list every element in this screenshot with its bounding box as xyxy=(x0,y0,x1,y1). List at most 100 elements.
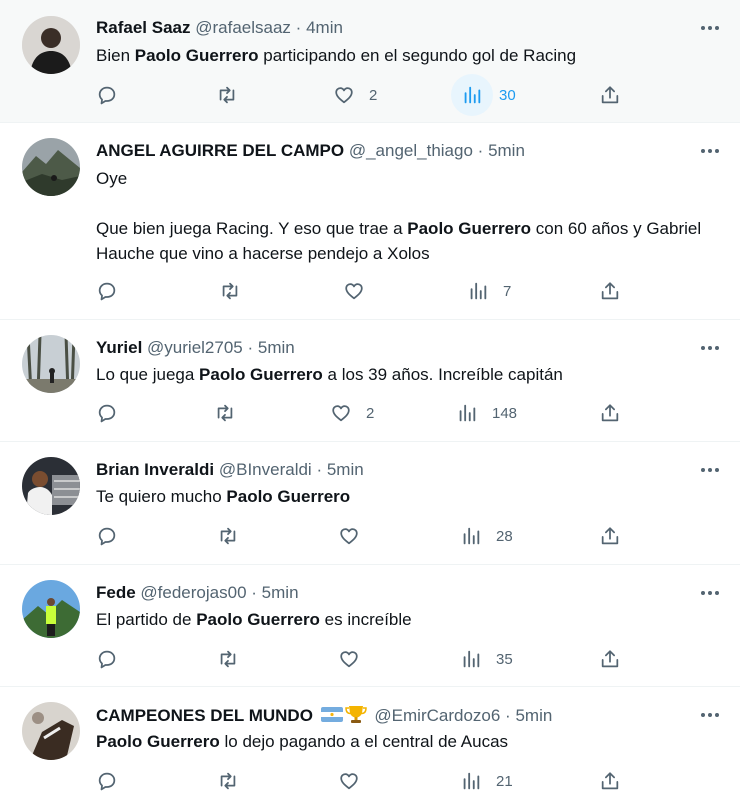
more-icon[interactable] xyxy=(698,582,722,604)
text-segment: Te quiero mucho xyxy=(96,487,227,506)
tweet-5[interactable]: Fede @federojas00 · 5min El partido de P… xyxy=(0,565,740,687)
author-name[interactable]: Brian Inveraldi xyxy=(96,460,214,479)
like-button[interactable] xyxy=(343,274,365,308)
like-icon xyxy=(340,773,358,790)
tweet-1[interactable]: Rafael Saaz @rafaelsaaz · 4min Bien Paol… xyxy=(0,0,740,123)
views-icon xyxy=(463,772,480,790)
share-button[interactable] xyxy=(599,642,621,676)
author-name[interactable]: ANGEL AGUIRRE DEL CAMPO xyxy=(96,141,344,160)
share-icon xyxy=(601,650,619,668)
tweet-actions: 7 xyxy=(0,274,740,308)
timestamp[interactable]: 5min xyxy=(258,338,295,357)
reply-button[interactable] xyxy=(96,764,118,798)
timestamp[interactable]: 5min xyxy=(262,583,299,602)
views-icon xyxy=(463,527,480,545)
avatar[interactable] xyxy=(22,138,80,196)
reply-button[interactable] xyxy=(96,78,118,112)
avatar[interactable] xyxy=(22,580,80,638)
share-button[interactable] xyxy=(599,764,621,798)
more-icon[interactable] xyxy=(698,337,722,359)
tweet-header: Brian Inveraldi @BInveraldi · 5min xyxy=(96,459,364,481)
views-button[interactable]: 7 xyxy=(467,274,511,308)
author-name[interactable]: CAMPEONES DEL MUNDO xyxy=(96,706,313,725)
tweet-text: El partido de Paolo Guerrero es increíbl… xyxy=(96,607,716,632)
retweet-icon xyxy=(222,282,238,300)
reply-button[interactable] xyxy=(96,519,118,553)
views-button[interactable]: 28 xyxy=(460,519,513,553)
separator-dot: · xyxy=(316,460,323,479)
tweet-6[interactable]: CAMPEONES DEL MUNDO @EmirCardozo6 · 5min… xyxy=(0,687,740,801)
author-handle[interactable]: @federojas00 xyxy=(140,583,246,602)
like-button[interactable]: 2 xyxy=(330,396,374,430)
timestamp[interactable]: 5min xyxy=(488,141,525,160)
retweet-button[interactable] xyxy=(214,396,236,430)
author-name[interactable]: Yuriel xyxy=(96,338,142,357)
author-name[interactable]: Fede xyxy=(96,583,136,602)
text-segment: a los 39 años. Increíble capitán xyxy=(322,365,563,384)
mention-bold: Paolo Guerrero xyxy=(196,610,320,629)
timestamp[interactable]: 5min xyxy=(327,460,364,479)
like-icon xyxy=(332,405,350,422)
avatar[interactable] xyxy=(22,702,80,760)
views-icon xyxy=(459,404,476,422)
separator-dot: · xyxy=(251,583,257,602)
author-handle[interactable]: @yuriel2705 xyxy=(147,338,243,357)
share-button[interactable] xyxy=(599,519,621,553)
timestamp[interactable]: 4min xyxy=(306,18,343,37)
retweet-button[interactable] xyxy=(217,642,239,676)
share-button[interactable] xyxy=(599,396,621,430)
tweet-text: Paolo Guerrero lo dejo pagando a el cent… xyxy=(96,729,716,754)
tweet-4[interactable]: Brian Inveraldi @BInveraldi · 5min Te qu… xyxy=(0,442,740,565)
mention-bold: Paolo Guerrero xyxy=(407,219,532,238)
retweet-button[interactable] xyxy=(216,78,238,112)
views-icon xyxy=(463,650,480,668)
views-icon xyxy=(470,282,487,300)
views-button[interactable]: 30 xyxy=(451,74,516,116)
author-handle[interactable]: @EmirCardozo6 xyxy=(374,706,500,725)
retweet-button[interactable] xyxy=(219,274,241,308)
author-handle[interactable]: @BInveraldi xyxy=(219,460,312,479)
reply-icon xyxy=(98,282,116,301)
retweet-icon xyxy=(217,404,233,422)
views-button[interactable]: 21 xyxy=(460,764,513,798)
text-segment: es increíble xyxy=(319,610,412,629)
author-handle[interactable]: @_angel_thiago xyxy=(349,141,473,160)
like-button[interactable]: 2 xyxy=(333,78,377,112)
timestamp[interactable]: 5min xyxy=(515,706,552,725)
separator-dot: · xyxy=(295,18,302,37)
mention-bold: Paolo Guerrero xyxy=(226,487,351,506)
share-icon xyxy=(601,282,619,300)
reply-icon xyxy=(98,86,116,105)
share-button[interactable] xyxy=(599,78,621,112)
reply-button[interactable] xyxy=(96,396,118,430)
avatar[interactable] xyxy=(22,16,80,74)
views-button[interactable]: 148 xyxy=(456,396,517,430)
more-icon[interactable] xyxy=(698,140,722,162)
view-count: 28 xyxy=(496,527,513,545)
view-count: 7 xyxy=(503,282,512,300)
share-icon xyxy=(601,404,619,422)
share-button[interactable] xyxy=(599,274,621,308)
views-button[interactable]: 35 xyxy=(460,642,513,676)
author-name[interactable]: Rafael Saaz xyxy=(96,18,191,37)
like-button[interactable] xyxy=(338,519,360,553)
like-button[interactable] xyxy=(338,764,360,798)
retweet-button[interactable] xyxy=(217,519,239,553)
views-icon xyxy=(464,86,481,104)
retweet-button[interactable] xyxy=(217,764,239,798)
author-handle[interactable]: @rafaelsaaz xyxy=(195,18,291,37)
more-icon[interactable] xyxy=(698,704,722,726)
reply-button[interactable] xyxy=(96,642,118,676)
tweet-3[interactable]: Yuriel @yuriel2705 · 5min Lo que juega P… xyxy=(0,320,740,442)
like-count: 2 xyxy=(369,86,378,104)
tweet-2[interactable]: ANGEL AGUIRRE DEL CAMPO @_angel_thiago ·… xyxy=(0,123,740,320)
more-icon[interactable] xyxy=(698,17,722,39)
more-icon[interactable] xyxy=(698,459,722,481)
avatar[interactable] xyxy=(22,457,80,515)
avatar[interactable] xyxy=(22,335,80,393)
reply-button[interactable] xyxy=(96,274,118,308)
share-icon xyxy=(601,772,619,790)
like-button[interactable] xyxy=(338,642,360,676)
separator-dot: · xyxy=(505,706,511,725)
tweet-text: Bien Paolo Guerrero participando en el s… xyxy=(96,43,716,68)
